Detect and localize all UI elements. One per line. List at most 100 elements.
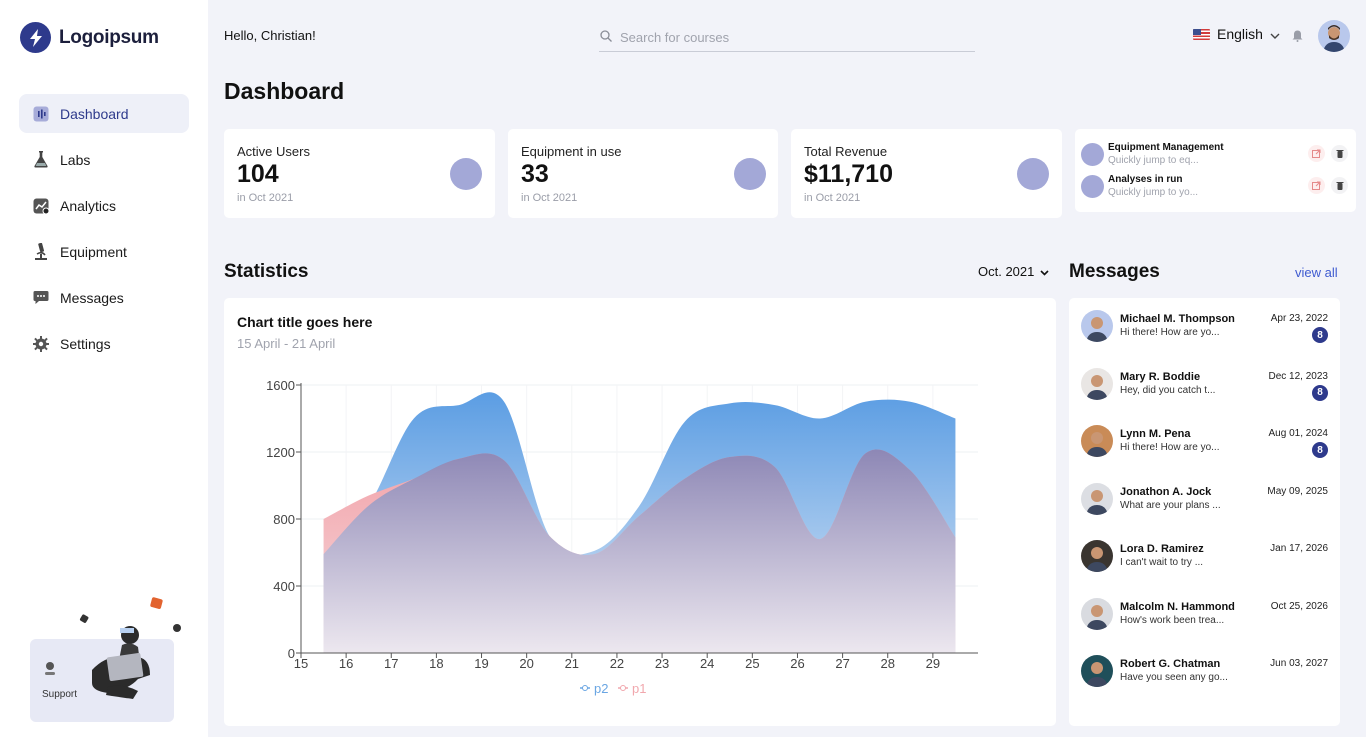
- chevron-down-icon: [1270, 26, 1280, 42]
- open-external-icon[interactable]: [1308, 177, 1325, 194]
- message-preview: Have you seen any go...: [1120, 672, 1228, 683]
- y-tick-label: 1600: [266, 378, 295, 393]
- x-tick-label: 24: [700, 656, 714, 671]
- quick-link-title: Equipment Management: [1108, 142, 1224, 153]
- stat-card-revenue: Total Revenue $11,710 in Oct 2021: [791, 129, 1062, 218]
- sidebar-item-settings[interactable]: Settings: [19, 324, 189, 363]
- sidebar-item-label: Messages: [60, 289, 124, 306]
- language-selector[interactable]: English: [1193, 26, 1280, 42]
- stat-icon: [734, 158, 766, 190]
- stat-card-active-users: Active Users 104 in Oct 2021: [224, 129, 495, 218]
- chart-card: Chart title goes here 15 April - 21 Apri…: [224, 298, 1056, 726]
- message-preview: Hey, did you catch t...: [1120, 384, 1216, 396]
- support-label: Support: [42, 689, 78, 700]
- stat-card-equipment: Equipment in use 33 in Oct 2021: [508, 129, 778, 218]
- stat-value: 33: [521, 160, 549, 188]
- quick-link-icon: [1081, 175, 1104, 198]
- quick-link-title: Analyses in run: [1108, 174, 1183, 185]
- quick-link-item[interactable]: Analyses in run Quickly jump to yo...: [1081, 173, 1350, 200]
- open-external-icon[interactable]: [1308, 145, 1325, 162]
- quick-link-icon: [1081, 143, 1104, 166]
- contact-name: Michael M. Thompson: [1120, 313, 1235, 325]
- month-selector[interactable]: Oct. 2021: [978, 264, 1049, 279]
- user-avatar[interactable]: [1318, 20, 1350, 52]
- message-item[interactable]: Lora D. Ramirez I can't wait to try ... Ja…: [1069, 540, 1340, 584]
- legend-marker-dot: [620, 685, 626, 691]
- analytics-icon: [32, 197, 49, 214]
- contact-name: Lynn M. Pena: [1120, 428, 1191, 440]
- greeting: Hello, Christian!: [224, 28, 316, 43]
- logo[interactable]: Logoipsum: [20, 22, 159, 53]
- stat-value: 104: [237, 160, 279, 188]
- view-all-link[interactable]: view all: [1295, 265, 1338, 280]
- bell-icon[interactable]: [1292, 29, 1303, 47]
- message-item[interactable]: Robert G. Chatman Have you seen any go...…: [1069, 655, 1340, 699]
- unread-badge: 8: [1312, 327, 1328, 343]
- sidebar-item-labs[interactable]: Labs: [19, 140, 189, 179]
- unread-badge: 8: [1312, 384, 1328, 401]
- message-preview: How's work been trea...: [1120, 614, 1225, 626]
- message-item[interactable]: Michael M. Thompson Hi there! How are yo.…: [1069, 310, 1340, 354]
- sidebar-item-dashboard[interactable]: Dashboard: [19, 94, 189, 133]
- contact-name: Lora D. Ramirez: [1120, 543, 1204, 555]
- flask-icon: [32, 151, 49, 168]
- messages-title: Messages: [1069, 261, 1160, 282]
- stat-label: Equipment in use: [521, 144, 622, 159]
- x-tick-label: 17: [384, 656, 398, 671]
- headset-icon: [44, 661, 56, 680]
- legend-label: p1: [632, 681, 646, 696]
- x-tick-label: 16: [339, 656, 353, 671]
- message-preview: What are your plans ...: [1120, 499, 1221, 511]
- contact-name: Robert G. Chatman: [1120, 658, 1221, 670]
- sidebar-item-analytics[interactable]: Analytics: [19, 186, 189, 225]
- message-preview: I can't wait to try ...: [1120, 557, 1204, 568]
- sidebar-item-equipment[interactable]: Equipment: [19, 232, 189, 271]
- x-tick-label: 28: [880, 656, 894, 671]
- search-input[interactable]: [620, 30, 960, 45]
- y-tick-label: 400: [273, 579, 295, 594]
- trash-icon[interactable]: [1331, 145, 1348, 162]
- message-date: Aug 01, 2024: [1268, 428, 1329, 439]
- message-preview: Hi there! How are yo...: [1120, 327, 1220, 338]
- quick-links-card: Equipment Management Quickly jump to eq.…: [1075, 129, 1356, 212]
- statistics-title: Statistics: [224, 261, 309, 282]
- us-flag-icon: [1193, 28, 1210, 40]
- lightning-icon: [20, 22, 51, 53]
- quick-link-subtitle: Quickly jump to yo...: [1108, 187, 1199, 198]
- sidebar-item-label: Equipment: [60, 243, 127, 260]
- dashboard-icon: [32, 105, 49, 122]
- message-item[interactable]: Mary R. Boddie Hey, did you catch t... Dec…: [1069, 367, 1340, 412]
- x-tick-label: 20: [519, 656, 533, 671]
- x-tick-label: 26: [790, 656, 804, 671]
- legend-marker-dot: [582, 685, 588, 691]
- y-tick-label: 800: [273, 512, 295, 527]
- stat-value: $11,710: [804, 160, 893, 188]
- contact-name: Malcolm N. Hammond: [1120, 600, 1235, 613]
- message-item[interactable]: Jonathon A. Jock What are your plans ... M…: [1069, 482, 1340, 527]
- message-date: May 09, 2025: [1267, 485, 1328, 497]
- chevron-down-icon: [1040, 264, 1049, 279]
- message-preview: Hi there! How are yo...: [1120, 442, 1220, 453]
- sidebar-nav: Dashboard Labs Analytics Equipment Messa…: [19, 94, 189, 370]
- search-icon: [600, 29, 612, 47]
- sidebar-item-messages[interactable]: Messages: [19, 278, 189, 317]
- quick-link-item[interactable]: Equipment Management Quickly jump to eq.…: [1081, 141, 1350, 168]
- message-date: Apr 23, 2022: [1270, 313, 1328, 324]
- page-title: Dashboard: [224, 78, 345, 104]
- contact-avatar: [1081, 425, 1113, 457]
- quick-link-subtitle: Quickly jump to eq...: [1108, 155, 1199, 166]
- stat-period: in Oct 2021: [237, 192, 294, 204]
- sidebar-item-label: Settings: [60, 335, 111, 352]
- contact-avatar: [1081, 367, 1113, 400]
- microscope-icon: [32, 243, 49, 260]
- message-item[interactable]: Malcolm N. Hammond How's work been trea..…: [1069, 597, 1340, 642]
- x-tick-label: 23: [655, 656, 669, 671]
- contact-avatar: [1081, 597, 1113, 630]
- contact-name: Mary R. Boddie: [1120, 370, 1201, 383]
- trash-icon[interactable]: [1331, 177, 1348, 194]
- message-item[interactable]: Lynn M. Pena Hi there! How are yo... Aug 0…: [1069, 425, 1340, 469]
- contact-name: Jonathon A. Jock: [1120, 485, 1212, 498]
- y-tick-label: 1200: [266, 445, 295, 460]
- x-tick-label: 18: [429, 656, 443, 671]
- language-label: English: [1217, 26, 1263, 42]
